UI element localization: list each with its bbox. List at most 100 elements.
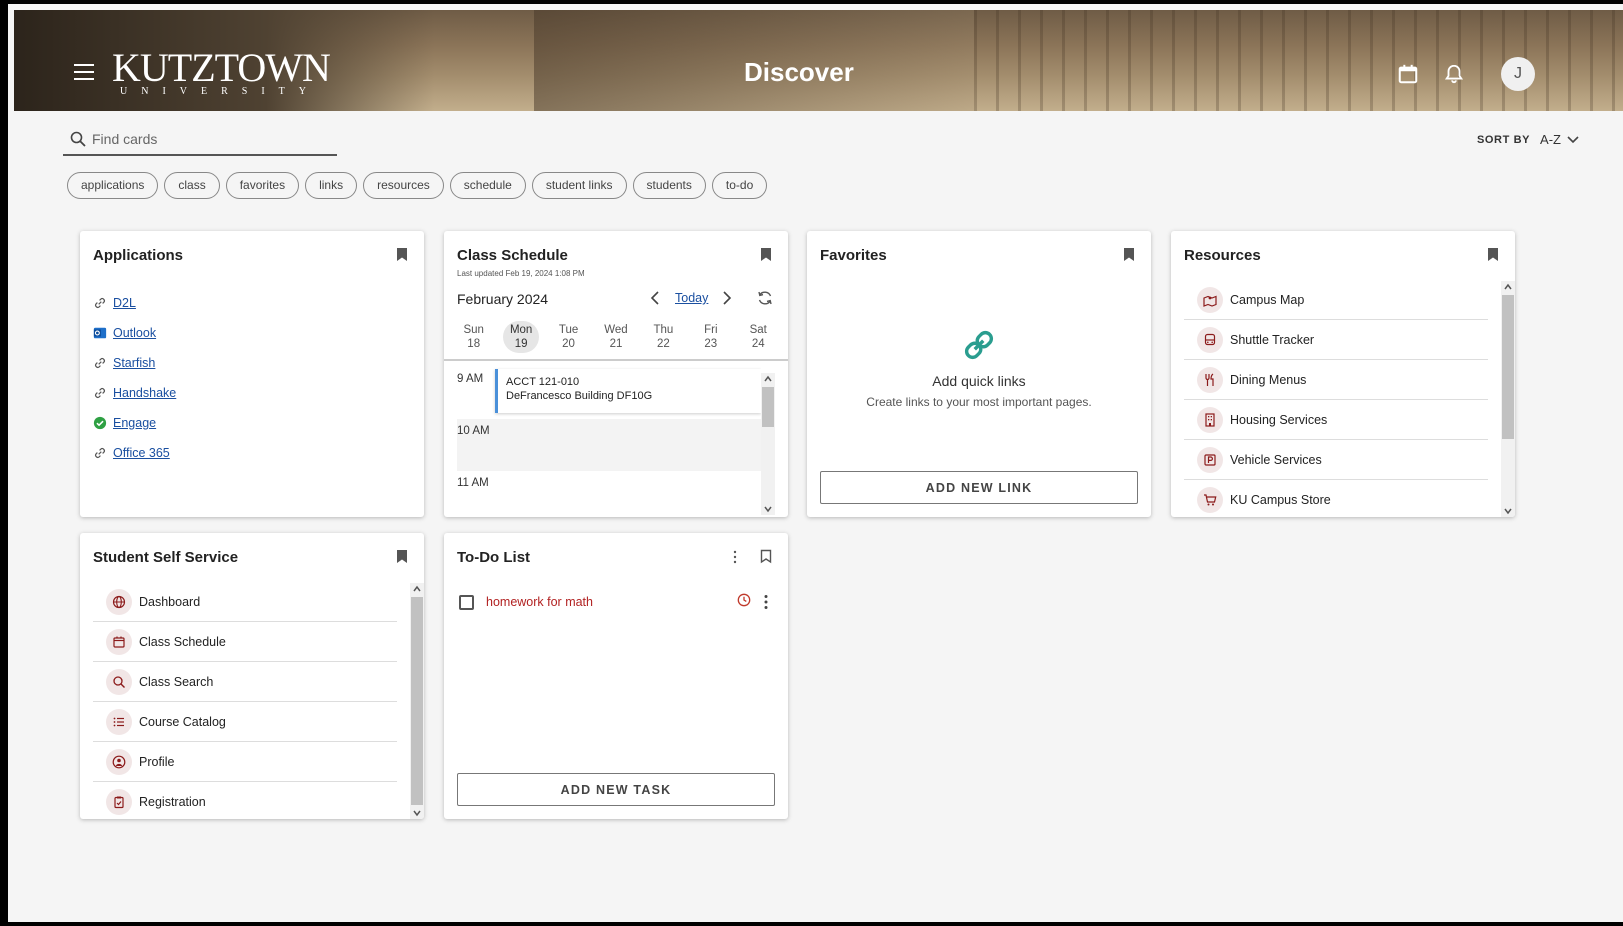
resource-campus-map[interactable]: Campus Map bbox=[1184, 280, 1488, 320]
chevron-down-icon[interactable] bbox=[1567, 135, 1579, 144]
app-link-office365[interactable]: Office 365 bbox=[113, 446, 170, 460]
empty-title: Add quick links bbox=[932, 373, 1026, 389]
header-banner: KUTZTOWN UNIVERSITY Discover J bbox=[14, 10, 1623, 111]
resource-vehicle-services[interactable]: Vehicle Services bbox=[1184, 440, 1488, 480]
self-service-list: Dashboard Class Schedule Class Search Co… bbox=[93, 582, 397, 819]
app-frame: KUTZTOWN UNIVERSITY Discover J SORT BY A… bbox=[8, 4, 1623, 922]
todo-item: homework for math bbox=[457, 591, 777, 615]
filter-chip[interactable]: student links bbox=[531, 172, 627, 199]
self-service-profile[interactable]: Profile bbox=[93, 742, 397, 782]
sort-value[interactable]: A-Z bbox=[1540, 132, 1561, 147]
card-title: Student Self Service bbox=[93, 549, 239, 566]
resources-scrollbar[interactable] bbox=[1501, 281, 1515, 517]
app-link-d2l[interactable]: D2L bbox=[113, 296, 136, 310]
schedule-scrollbar[interactable] bbox=[761, 373, 775, 515]
list-item: Handshake bbox=[93, 378, 176, 408]
app-link-engage[interactable]: Engage bbox=[113, 416, 156, 430]
filter-chip[interactable]: favorites bbox=[225, 172, 300, 199]
applications-list: D2L Outlook Starfish Handshake Engage Of… bbox=[93, 288, 176, 468]
filter-chip[interactable]: to-do bbox=[711, 172, 768, 199]
user-avatar[interactable]: J bbox=[1501, 57, 1535, 91]
day-sun[interactable]: Sun 18 bbox=[456, 321, 492, 353]
day-tue[interactable]: Tue 20 bbox=[551, 321, 587, 353]
link-icon bbox=[95, 388, 105, 398]
building-icon bbox=[1205, 412, 1215, 427]
cart-icon bbox=[1204, 494, 1217, 506]
resource-housing-services[interactable]: Housing Services bbox=[1184, 400, 1488, 440]
hamburger-menu-icon[interactable] bbox=[74, 64, 94, 80]
list-item: D2L bbox=[93, 288, 176, 318]
list-item: Outlook bbox=[93, 318, 176, 348]
filter-chip[interactable]: schedule bbox=[449, 172, 526, 199]
app-link-outlook[interactable]: Outlook bbox=[113, 326, 156, 340]
time-label: 11 AM bbox=[457, 477, 489, 489]
class-event[interactable]: ACCT 121-010 DeFrancesco Building DF10G bbox=[495, 369, 761, 413]
parking-icon bbox=[1204, 453, 1216, 466]
kutztown-logo[interactable]: KUTZTOWN UNIVERSITY bbox=[112, 45, 331, 98]
todo-checkbox[interactable] bbox=[459, 595, 474, 610]
day-fri[interactable]: Fri 23 bbox=[693, 321, 729, 353]
self-service-registration[interactable]: Registration bbox=[93, 782, 397, 819]
sort-control[interactable]: SORT BY A-Z bbox=[1477, 132, 1579, 147]
more-vertical-icon[interactable] bbox=[733, 550, 737, 564]
todo-item-text[interactable]: homework for math bbox=[486, 595, 593, 609]
bookmark-filled-icon[interactable] bbox=[1123, 247, 1135, 262]
card-title: Class Schedule bbox=[457, 247, 568, 264]
bookmark-filled-icon[interactable] bbox=[396, 549, 408, 564]
app-link-starfish[interactable]: Starfish bbox=[113, 356, 155, 370]
self-service-class-schedule[interactable]: Class Schedule bbox=[93, 622, 397, 662]
empty-description: Create links to your most important page… bbox=[866, 395, 1092, 409]
bookmark-filled-icon[interactable] bbox=[396, 247, 408, 262]
filter-chip[interactable]: applications bbox=[67, 172, 159, 199]
self-service-class-search[interactable]: Class Search bbox=[93, 662, 397, 702]
event-course: ACCT 121-010 bbox=[506, 376, 580, 388]
find-cards-search bbox=[63, 122, 337, 156]
logo-wordmark: KUTZTOWN bbox=[112, 45, 331, 90]
filter-chip[interactable]: resources bbox=[363, 172, 444, 199]
day-mon-selected[interactable]: Mon 19 bbox=[503, 321, 540, 353]
refresh-icon[interactable] bbox=[757, 290, 773, 306]
search-input[interactable] bbox=[92, 128, 332, 150]
bookmark-outline-icon[interactable] bbox=[760, 549, 772, 564]
last-updated-text: Last updated Feb 19, 2024 1:08 PM bbox=[457, 269, 585, 278]
event-location: DeFrancesco Building DF10G bbox=[506, 390, 653, 402]
self-service-dashboard[interactable]: Dashboard bbox=[93, 582, 397, 622]
card-title: Resources bbox=[1184, 247, 1261, 264]
card-title: To-Do List bbox=[457, 549, 531, 566]
bookmark-filled-icon[interactable] bbox=[1487, 247, 1499, 262]
resource-dining-menus[interactable]: Dining Menus bbox=[1184, 360, 1488, 400]
month-label: February 2024 bbox=[457, 291, 549, 307]
chevron-left-icon[interactable] bbox=[650, 291, 660, 305]
add-new-link-button[interactable]: ADD NEW LINK bbox=[820, 471, 1138, 504]
outlook-icon bbox=[93, 327, 107, 339]
app-link-handshake[interactable]: Handshake bbox=[113, 386, 176, 400]
calendar-icon[interactable] bbox=[1397, 63, 1419, 85]
page-title: Discover bbox=[744, 57, 854, 87]
day-sat[interactable]: Sat 24 bbox=[740, 321, 776, 353]
chevron-right-icon[interactable] bbox=[722, 291, 732, 305]
self-service-scrollbar[interactable] bbox=[410, 583, 424, 819]
resource-campus-store[interactable]: KU Campus Store bbox=[1184, 480, 1488, 517]
link-icon bbox=[95, 298, 105, 308]
more-vertical-icon[interactable] bbox=[764, 594, 768, 610]
search-icon bbox=[113, 675, 125, 688]
list-item: Starfish bbox=[93, 348, 176, 378]
notification-bell-icon[interactable] bbox=[1443, 63, 1465, 85]
day-schedule: 9 AM 10 AM 11 AM ACCT 121-010 DeFrancesc… bbox=[457, 367, 761, 515]
resource-shuttle-tracker[interactable]: Shuttle Tracker bbox=[1184, 320, 1488, 360]
todo-list-card: To-Do List homework for math ADD NEW TAS… bbox=[444, 533, 788, 819]
filter-chip[interactable]: students bbox=[632, 172, 706, 199]
filter-chip[interactable]: class bbox=[164, 172, 220, 199]
self-service-course-catalog[interactable]: Course Catalog bbox=[93, 702, 397, 742]
add-new-task-button[interactable]: ADD NEW TASK bbox=[457, 773, 775, 806]
day-thu[interactable]: Thu 22 bbox=[645, 321, 681, 353]
day-wed[interactable]: Wed 21 bbox=[598, 321, 634, 353]
bookmark-filled-icon[interactable] bbox=[760, 247, 772, 262]
clock-icon[interactable] bbox=[737, 593, 751, 607]
today-link[interactable]: Today bbox=[675, 291, 708, 305]
calendar-icon bbox=[113, 636, 125, 648]
sort-label: SORT BY bbox=[1476, 133, 1531, 146]
list-item: Office 365 bbox=[93, 438, 176, 468]
filter-chips: applications class favorites links resou… bbox=[67, 172, 768, 199]
filter-chip[interactable]: links bbox=[305, 172, 358, 199]
